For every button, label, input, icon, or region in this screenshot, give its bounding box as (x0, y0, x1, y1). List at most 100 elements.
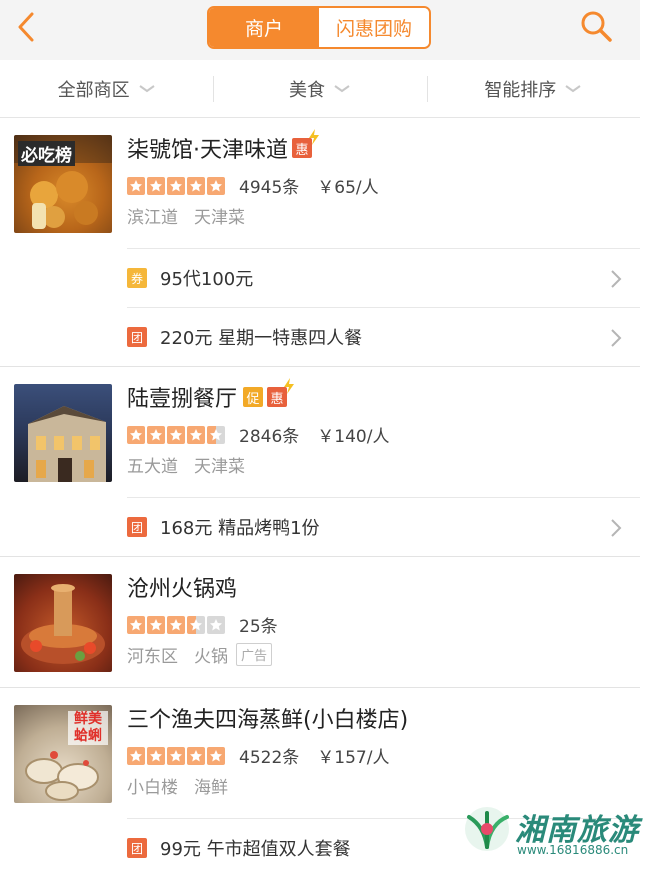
promotion-badge: 促 (243, 387, 264, 407)
chevron-right-icon (611, 329, 622, 347)
area-tag: 五大道 (127, 457, 178, 477)
star-icon (207, 746, 225, 765)
avg-price: ￥140/人 (317, 427, 390, 447)
tags-row: 五大道 天津菜 (127, 452, 261, 477)
watermark-url: www.16816886.cn (517, 843, 629, 857)
star-rating (127, 746, 225, 765)
shop-card[interactable]: 沧州火锅鸡 25条 河东区 火锅 广告 (0, 557, 640, 687)
shop-card[interactable]: 陆壹捌餐厅 促 惠 2846条 ￥140/人 五大道 天津菜 (0, 367, 640, 497)
lightning-icon (309, 129, 319, 145)
avg-price: ￥157/人 (317, 748, 390, 768)
star-icon (187, 176, 205, 195)
star-icon (187, 746, 205, 765)
star-icon (147, 425, 165, 444)
chevron-down-icon (565, 84, 581, 92)
back-arrow-icon[interactable] (12, 10, 42, 44)
star-icon (147, 746, 165, 765)
shop-thumbnail: 鲜美蛤蜊 (14, 705, 112, 803)
empty-star-icon (207, 615, 225, 634)
star-icon (167, 746, 185, 765)
area-tag: 滨江道 (127, 208, 178, 228)
star-icon (127, 176, 145, 195)
star-icon (127, 746, 145, 765)
area-tag: 河东区 (127, 647, 178, 667)
deal-text: 95代100元 (160, 269, 254, 290)
cuisine-tag: 天津菜 (194, 457, 245, 477)
segmented-control: 商户 闪惠团购 (207, 6, 431, 49)
review-count: 2846条 (239, 427, 300, 447)
shop-item: 沧州火锅鸡 25条 河东区 火锅 广告 (0, 557, 640, 688)
star-icon (187, 425, 205, 444)
shop-thumbnail: 必吃榜 (14, 135, 112, 233)
group-deal-icon: 团 (127, 838, 147, 858)
star-rating (127, 615, 225, 634)
chevron-right-icon (611, 270, 622, 288)
building-image (28, 406, 106, 482)
filter-sort[interactable]: 智能排序 (426, 60, 640, 117)
star-icon (127, 425, 145, 444)
half-star-icon (187, 615, 205, 634)
shop-name: 陆壹捌餐厅 (127, 387, 238, 412)
hotpot-image (21, 584, 105, 664)
discount-badge: 惠 (267, 378, 295, 407)
shop-name-row: 陆壹捌餐厅 促 惠 (127, 378, 295, 413)
filter-bar: 全部商区 美食 智能排序 (0, 60, 640, 118)
deal-row[interactable]: 团 220元 星期一特惠四人餐 (127, 307, 640, 366)
chevron-down-icon (334, 84, 350, 92)
filter-category[interactable]: 美食 (213, 60, 426, 117)
rating-row: 4945条 ￥65/人 (127, 173, 379, 198)
star-icon (167, 615, 185, 634)
cuisine-tag: 火锅 (194, 647, 228, 667)
avg-price: ￥65/人 (317, 178, 379, 198)
star-icon (127, 615, 145, 634)
shop-name: 沧州火锅鸡 (127, 577, 238, 602)
tab-flash-deals[interactable]: 闪惠团购 (319, 8, 429, 47)
deal-text: 99元 午市超值双人套餐 (160, 839, 351, 860)
group-deal-icon: 团 (127, 327, 147, 347)
filter-category-label: 美食 (288, 79, 325, 101)
coupon-icon: 券 (127, 268, 147, 288)
top-bar: 商户 闪惠团购 (0, 0, 640, 60)
shop-thumbnail (14, 384, 112, 482)
review-count: 4522条 (239, 748, 300, 768)
filter-area-label: 全部商区 (57, 79, 130, 101)
shop-name: 三个渔夫四海蒸鲜(小白楼店) (127, 708, 409, 733)
chevron-right-icon (611, 519, 622, 537)
shop-name-row: 柒號馆·天津味道 惠 (127, 129, 319, 164)
star-icon (167, 176, 185, 195)
star-rating (127, 425, 225, 444)
half-star-icon (207, 425, 225, 444)
discount-badge: 惠 (292, 129, 319, 158)
deal-text: 168元 精品烤鸭1份 (160, 518, 320, 539)
rating-row: 2846条 ￥140/人 (127, 422, 389, 447)
shop-card[interactable]: 必吃榜 柒號馆·天津味道 惠 4945条 ￥65/人 滨江道 天津菜 (0, 118, 640, 248)
deal-row[interactable]: 券 95代100元 (127, 248, 640, 307)
search-icon[interactable] (578, 8, 614, 44)
fresh-clam-label: 鲜美蛤蜊 (68, 711, 108, 745)
star-rating (127, 176, 225, 195)
shop-item: 必吃榜 柒號馆·天津味道 惠 4945条 ￥65/人 滨江道 天津菜 券 95代… (0, 118, 640, 367)
shop-name-row: 沧州火锅鸡 (127, 571, 237, 603)
star-icon (147, 176, 165, 195)
tags-row: 河东区 火锅 广告 (127, 642, 273, 667)
shop-name-row: 三个渔夫四海蒸鲜(小白楼店) (127, 702, 408, 734)
filter-sort-label: 智能排序 (484, 79, 557, 101)
deal-row[interactable]: 团 168元 精品烤鸭1份 (127, 497, 640, 556)
deal-text: 220元 星期一特惠四人餐 (160, 328, 363, 349)
palm-leaf-logo-icon (465, 807, 509, 851)
cuisine-tag: 海鲜 (194, 778, 228, 798)
cuisine-tag: 天津菜 (194, 208, 245, 228)
tab-merchants[interactable]: 商户 (209, 8, 319, 47)
shop-list: 必吃榜 柒號馆·天津味道 惠 4945条 ￥65/人 滨江道 天津菜 券 95代… (0, 118, 640, 871)
filter-area[interactable]: 全部商区 (0, 60, 213, 117)
tags-row: 小白楼 海鲜 (127, 773, 244, 798)
rating-row: 25条 (127, 612, 296, 637)
ad-label: 广告 (236, 643, 273, 666)
shop-item: 陆壹捌餐厅 促 惠 2846条 ￥140/人 五大道 天津菜 团 168元 精品… (0, 367, 640, 557)
star-icon (147, 615, 165, 634)
shop-card[interactable]: 鲜美蛤蜊 三个渔夫四海蒸鲜(小白楼店) 4522条 ￥157/人 小白楼 海鲜 (0, 688, 640, 818)
tags-row: 滨江道 天津菜 (127, 203, 261, 228)
star-icon (167, 425, 185, 444)
shop-thumbnail (14, 574, 112, 672)
area-tag: 小白楼 (127, 778, 178, 798)
